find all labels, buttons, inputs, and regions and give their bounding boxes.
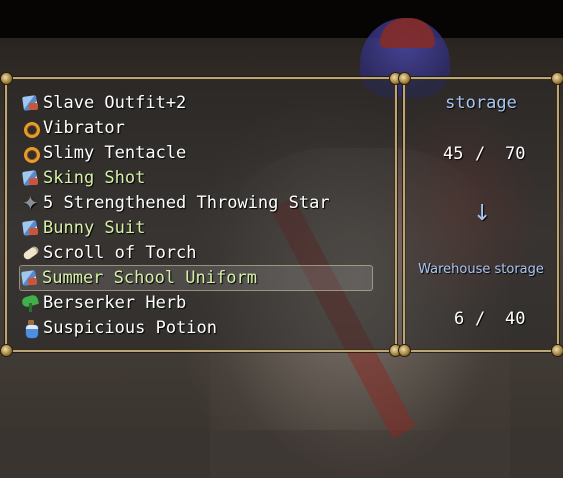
ring-icon [21, 143, 40, 163]
top-letterbox [0, 0, 563, 38]
warehouse-title: Warehouse storage [418, 262, 544, 277]
frame-corner-icon [551, 72, 563, 85]
item-row-slimy-tentacle[interactable]: Slimy Tentacle [21, 141, 369, 165]
frame-corner-icon [551, 344, 563, 357]
herb-icon [21, 293, 40, 313]
item-label: Berserker Herb [43, 293, 187, 313]
frame-corner-icon [0, 72, 13, 85]
frame-corner-icon [398, 72, 411, 85]
item-row-bunny-suit[interactable]: Bunny Suit [21, 216, 369, 240]
item-label: Slimy Tentacle [43, 143, 187, 163]
outfit-icon [20, 268, 39, 288]
item-label: Scroll of Torch [43, 243, 197, 263]
warehouse-max: 40 [505, 309, 526, 329]
storage-title: storage [445, 93, 517, 113]
item-row-scroll-of-torch[interactable]: Scroll of Torch [21, 241, 369, 265]
item-label: Sking Shot [43, 168, 146, 188]
throwing-star-icon [21, 191, 40, 215]
item-label: Slave Outfit+2 [43, 93, 187, 113]
transfer-arrow-icon: ↓ [473, 201, 492, 226]
potion-icon [21, 318, 40, 339]
item-row-vibrator[interactable]: Vibrator [21, 116, 369, 140]
item-row-throwing-star[interactable]: 5 Strengthened Throwing Star [21, 191, 369, 215]
storage-separator: / [475, 144, 486, 164]
item-label: Suspicious Potion [43, 318, 217, 338]
storage-current: 45 [443, 144, 464, 164]
warehouse-current: 6 [454, 309, 465, 329]
item-list-window: Slave Outfit+2 Vibrator Slimy Tentacle S… [0, 72, 402, 357]
item-label: Vibrator [43, 118, 125, 138]
item-label: 5 Strengthened Throwing Star [43, 193, 330, 213]
scroll-icon [21, 243, 40, 263]
item-row-berserker-herb[interactable]: Berserker Herb [21, 291, 369, 315]
item-row-suspicious-potion[interactable]: Suspicious Potion [21, 316, 369, 340]
frame-corner-icon [398, 344, 411, 357]
ring-icon [21, 118, 40, 138]
item-label: Bunny Suit [43, 218, 146, 238]
outfit-icon [21, 168, 40, 188]
item-label: Summer School Uniform [42, 268, 257, 288]
storage-max: 70 [505, 144, 526, 164]
item-row-summer-school-uniform[interactable]: Summer School Uniform [19, 265, 373, 291]
outfit-icon [21, 93, 40, 113]
warehouse-separator: / [475, 309, 486, 329]
item-row-slave-outfit[interactable]: Slave Outfit+2 [21, 91, 369, 115]
outfit-icon [21, 218, 40, 238]
frame-corner-icon [0, 344, 13, 357]
storage-window: storage 45 / 70 ↓ Warehouse storage 6 / … [398, 72, 563, 357]
item-row-sking-shot[interactable]: Sking Shot [21, 166, 369, 190]
